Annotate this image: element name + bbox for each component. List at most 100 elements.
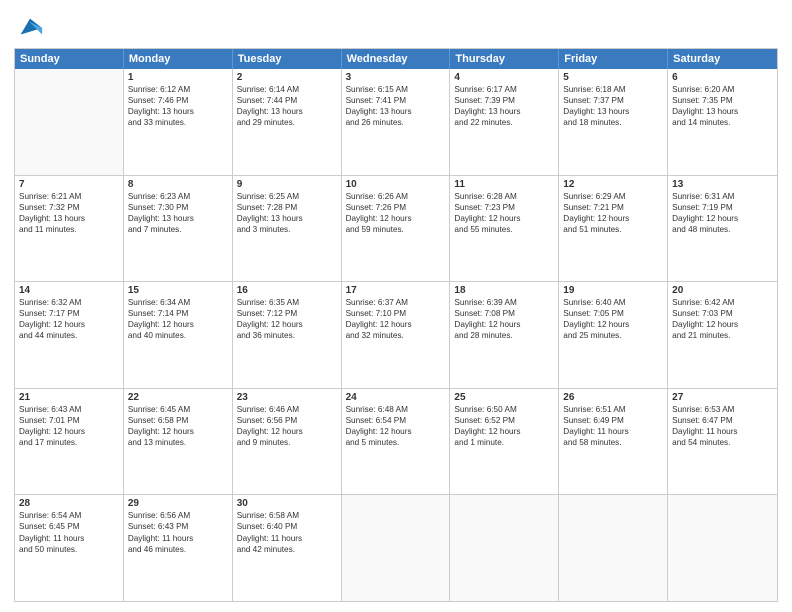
cell-line: and 59 minutes. xyxy=(346,224,446,235)
cell-line: Sunrise: 6:25 AM xyxy=(237,191,337,202)
cell-line: Daylight: 13 hours xyxy=(128,213,228,224)
cell-line: Sunrise: 6:45 AM xyxy=(128,404,228,415)
cell-line: and 55 minutes. xyxy=(454,224,554,235)
cell-line: Sunset: 6:52 PM xyxy=(454,415,554,426)
day-number: 13 xyxy=(672,179,773,190)
cell-line: and 14 minutes. xyxy=(672,117,773,128)
cell-line: and 18 minutes. xyxy=(563,117,663,128)
table-row xyxy=(450,495,559,601)
day-number: 6 xyxy=(672,72,773,83)
table-row: 7Sunrise: 6:21 AMSunset: 7:32 PMDaylight… xyxy=(15,176,124,282)
cell-line: and 36 minutes. xyxy=(237,330,337,341)
header-cell-saturday: Saturday xyxy=(668,49,777,69)
table-row: 14Sunrise: 6:32 AMSunset: 7:17 PMDayligh… xyxy=(15,282,124,388)
cell-line: and 21 minutes. xyxy=(672,330,773,341)
table-row: 17Sunrise: 6:37 AMSunset: 7:10 PMDayligh… xyxy=(342,282,451,388)
cell-line: Daylight: 13 hours xyxy=(454,106,554,117)
cell-line: Sunset: 7:21 PM xyxy=(563,202,663,213)
cell-line: Sunrise: 6:53 AM xyxy=(672,404,773,415)
cell-line: Daylight: 12 hours xyxy=(19,319,119,330)
cell-line: Sunset: 7:01 PM xyxy=(19,415,119,426)
cell-line: Sunset: 7:26 PM xyxy=(346,202,446,213)
cell-line: Sunrise: 6:26 AM xyxy=(346,191,446,202)
cell-line: Sunset: 6:40 PM xyxy=(237,521,337,532)
cell-line: Sunset: 7:17 PM xyxy=(19,308,119,319)
day-number: 25 xyxy=(454,392,554,403)
cell-line: and 7 minutes. xyxy=(128,224,228,235)
cell-line: and 54 minutes. xyxy=(672,437,773,448)
logo xyxy=(14,14,44,42)
day-number: 23 xyxy=(237,392,337,403)
table-row: 22Sunrise: 6:45 AMSunset: 6:58 PMDayligh… xyxy=(124,389,233,495)
calendar-row-4: 28Sunrise: 6:54 AMSunset: 6:45 PMDayligh… xyxy=(15,495,777,601)
cell-line: Sunrise: 6:31 AM xyxy=(672,191,773,202)
cell-line: Daylight: 12 hours xyxy=(454,319,554,330)
cell-line: Sunset: 7:39 PM xyxy=(454,95,554,106)
cell-line: Daylight: 11 hours xyxy=(237,533,337,544)
cell-line: Daylight: 12 hours xyxy=(454,213,554,224)
cell-line: and 58 minutes. xyxy=(563,437,663,448)
table-row: 28Sunrise: 6:54 AMSunset: 6:45 PMDayligh… xyxy=(15,495,124,601)
table-row: 12Sunrise: 6:29 AMSunset: 7:21 PMDayligh… xyxy=(559,176,668,282)
cell-line: and 3 minutes. xyxy=(237,224,337,235)
cell-line: Sunrise: 6:43 AM xyxy=(19,404,119,415)
table-row: 1Sunrise: 6:12 AMSunset: 7:46 PMDaylight… xyxy=(124,69,233,175)
cell-line: Sunrise: 6:15 AM xyxy=(346,84,446,95)
cell-line: Daylight: 13 hours xyxy=(19,213,119,224)
table-row: 19Sunrise: 6:40 AMSunset: 7:05 PMDayligh… xyxy=(559,282,668,388)
cell-line: Daylight: 13 hours xyxy=(563,106,663,117)
cell-line: and 26 minutes. xyxy=(346,117,446,128)
calendar-header: SundayMondayTuesdayWednesdayThursdayFrid… xyxy=(15,49,777,69)
cell-line: Sunrise: 6:42 AM xyxy=(672,297,773,308)
table-row: 5Sunrise: 6:18 AMSunset: 7:37 PMDaylight… xyxy=(559,69,668,175)
cell-line: Daylight: 12 hours xyxy=(346,319,446,330)
day-number: 26 xyxy=(563,392,663,403)
cell-line: Daylight: 13 hours xyxy=(346,106,446,117)
cell-line: Daylight: 12 hours xyxy=(563,213,663,224)
header-cell-monday: Monday xyxy=(124,49,233,69)
cell-line: Daylight: 12 hours xyxy=(346,426,446,437)
cell-line: Daylight: 12 hours xyxy=(563,319,663,330)
day-number: 30 xyxy=(237,498,337,509)
cell-line: and 29 minutes. xyxy=(237,117,337,128)
day-number: 4 xyxy=(454,72,554,83)
cell-line: Sunset: 7:03 PM xyxy=(672,308,773,319)
day-number: 2 xyxy=(237,72,337,83)
cell-line: and 9 minutes. xyxy=(237,437,337,448)
cell-line: Sunrise: 6:37 AM xyxy=(346,297,446,308)
cell-line: Sunrise: 6:48 AM xyxy=(346,404,446,415)
cell-line: Sunrise: 6:32 AM xyxy=(19,297,119,308)
cell-line: and 32 minutes. xyxy=(346,330,446,341)
cell-line: and 22 minutes. xyxy=(454,117,554,128)
cell-line: Sunset: 7:12 PM xyxy=(237,308,337,319)
cell-line: Sunset: 6:49 PM xyxy=(563,415,663,426)
cell-line: Sunrise: 6:23 AM xyxy=(128,191,228,202)
cell-line: and 42 minutes. xyxy=(237,544,337,555)
cell-line: Sunset: 7:08 PM xyxy=(454,308,554,319)
cell-line: and 11 minutes. xyxy=(19,224,119,235)
cell-line: Sunset: 7:41 PM xyxy=(346,95,446,106)
cell-line: and 40 minutes. xyxy=(128,330,228,341)
day-number: 9 xyxy=(237,179,337,190)
cell-line: Sunset: 7:28 PM xyxy=(237,202,337,213)
day-number: 12 xyxy=(563,179,663,190)
cell-line: Sunrise: 6:14 AM xyxy=(237,84,337,95)
cell-line: Daylight: 12 hours xyxy=(346,213,446,224)
cell-line: Daylight: 12 hours xyxy=(237,319,337,330)
cell-line: and 48 minutes. xyxy=(672,224,773,235)
cell-line: Sunrise: 6:50 AM xyxy=(454,404,554,415)
cell-line: Sunrise: 6:46 AM xyxy=(237,404,337,415)
logo-icon xyxy=(16,14,44,42)
table-row: 6Sunrise: 6:20 AMSunset: 7:35 PMDaylight… xyxy=(668,69,777,175)
table-row: 3Sunrise: 6:15 AMSunset: 7:41 PMDaylight… xyxy=(342,69,451,175)
day-number: 20 xyxy=(672,285,773,296)
cell-line: Daylight: 12 hours xyxy=(128,319,228,330)
table-row xyxy=(342,495,451,601)
day-number: 16 xyxy=(237,285,337,296)
page: SundayMondayTuesdayWednesdayThursdayFrid… xyxy=(0,0,792,612)
table-row: 29Sunrise: 6:56 AMSunset: 6:43 PMDayligh… xyxy=(124,495,233,601)
cell-line: Daylight: 12 hours xyxy=(19,426,119,437)
day-number: 19 xyxy=(563,285,663,296)
cell-line: Sunrise: 6:58 AM xyxy=(237,510,337,521)
day-number: 21 xyxy=(19,392,119,403)
